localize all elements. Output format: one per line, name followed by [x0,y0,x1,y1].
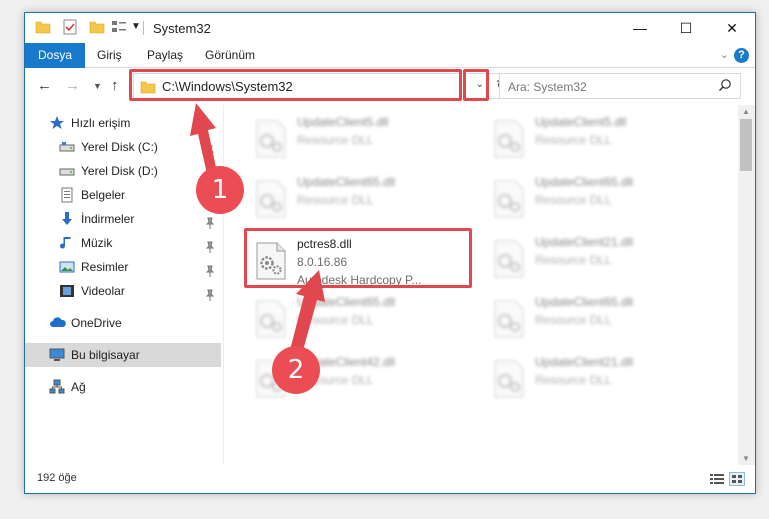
step-badge-1: 1 [196,166,244,214]
step-badge-2: 2 [272,346,320,394]
annotation-arrows [190,103,325,354]
arrow-step-1 [190,103,217,174]
arrow-step-2 [290,270,325,354]
